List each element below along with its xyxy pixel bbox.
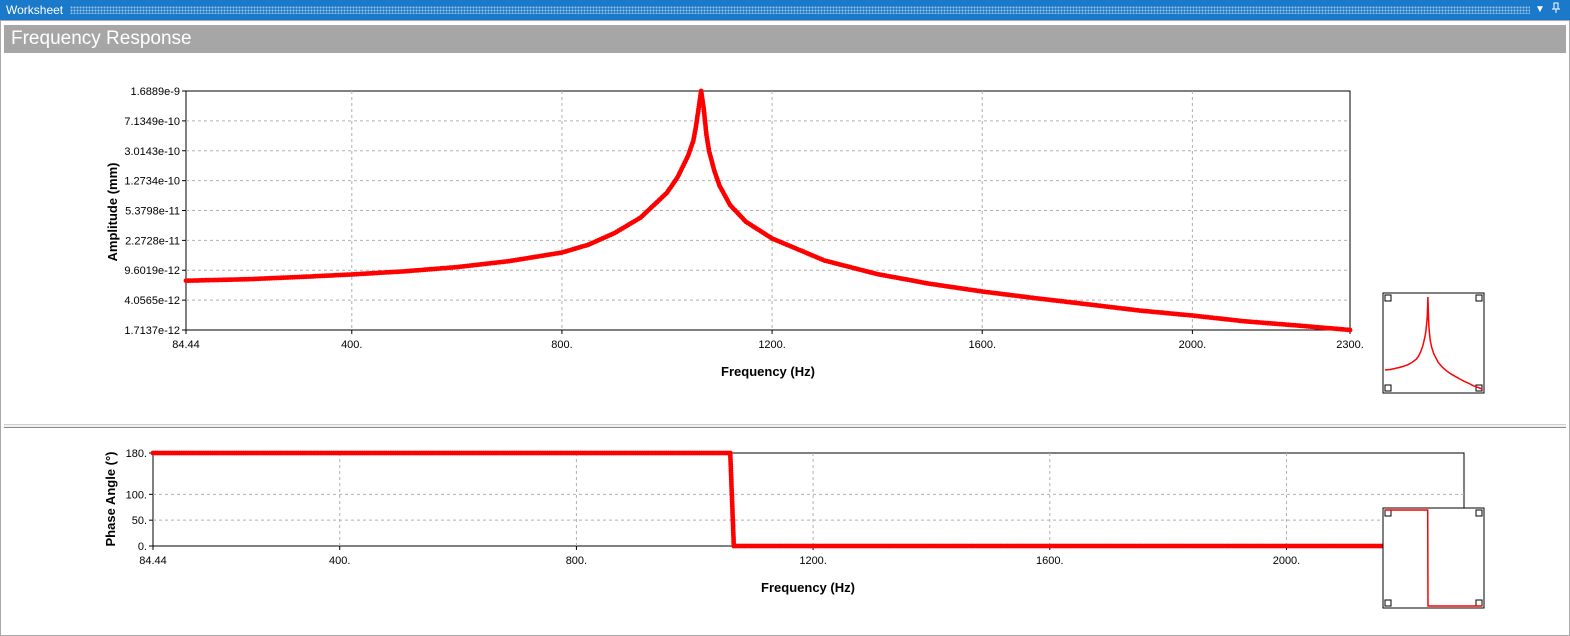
x-tick-label: 800. xyxy=(566,555,587,567)
y-tick-label: 0. xyxy=(138,541,147,553)
x-tick-label: 84.44 xyxy=(139,555,167,567)
y-axis-label: Phase Angle (°) xyxy=(103,451,118,546)
resize-handle xyxy=(1475,509,1483,517)
thumbnail-frame xyxy=(1382,507,1485,609)
resize-handle xyxy=(1384,599,1392,607)
x-axis-label: Frequency (Hz) xyxy=(761,580,855,595)
x-tick-label: 1200. xyxy=(799,555,827,567)
x-tick-label: 1600. xyxy=(1036,555,1064,567)
x-tick-label: 2000. xyxy=(1273,555,1301,567)
x-tick-label: 400. xyxy=(329,555,350,567)
y-tick-label: 100. xyxy=(126,489,147,501)
overview-thumbnail xyxy=(1382,507,1485,609)
y-tick-label: 50. xyxy=(132,515,147,527)
y-tick-label: 180. xyxy=(126,448,147,460)
resize-handle xyxy=(1384,509,1392,517)
phase-chart: 84.44 400. 800. 1200. 1600. 2000. 180. 100. 50. 0… xyxy=(103,448,1485,609)
resize-handle xyxy=(1475,599,1483,607)
plot-area xyxy=(152,452,1465,547)
